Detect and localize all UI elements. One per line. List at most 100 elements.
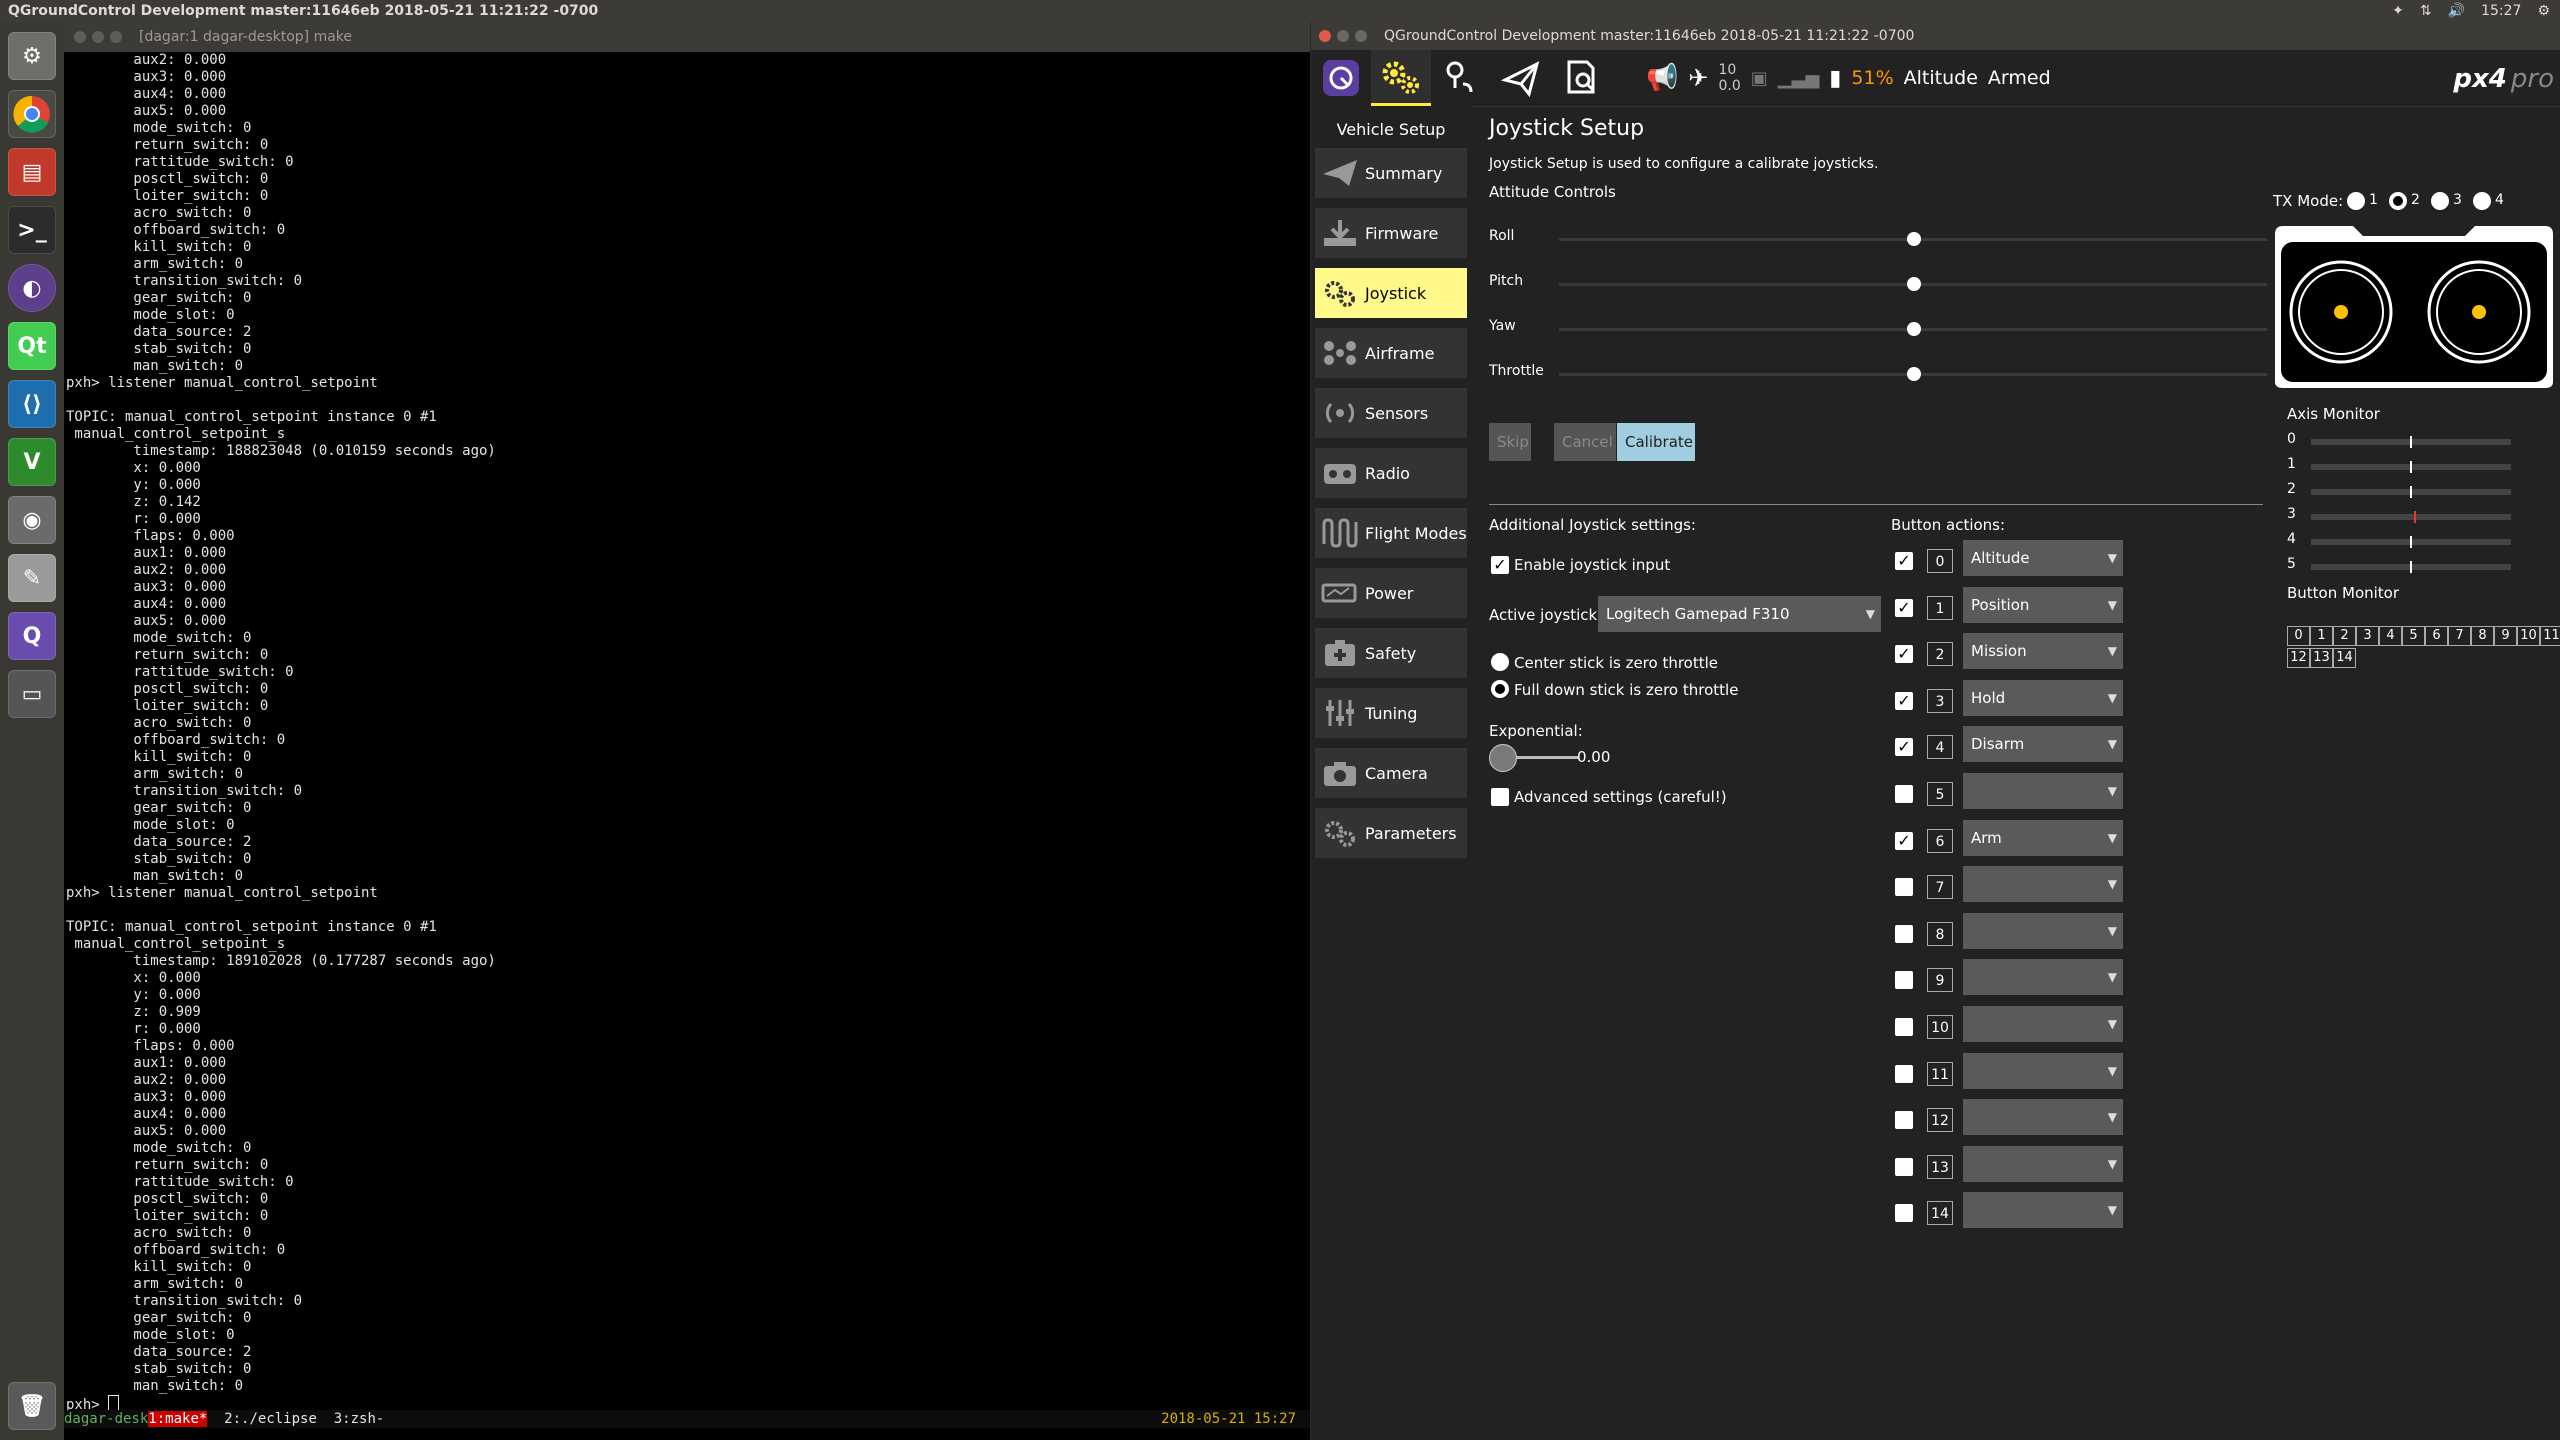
maximize-icon[interactable] bbox=[1355, 30, 1367, 42]
trash-icon[interactable]: 🗑 bbox=[8, 1382, 56, 1430]
eclipse-icon[interactable]: ◐ bbox=[8, 264, 56, 312]
tx-mode-radio-4[interactable] bbox=[2473, 192, 2491, 210]
clock[interactable]: 15:27 bbox=[2481, 0, 2521, 22]
sidebar-item-flight-modes[interactable]: Flight Modes bbox=[1315, 508, 1467, 558]
terminal-icon[interactable]: >_ bbox=[8, 206, 56, 254]
button-action-checkbox[interactable]: ✓ bbox=[1895, 738, 1913, 757]
sidebar-item-camera[interactable]: Camera bbox=[1315, 748, 1467, 798]
terminal-line: stab_switch: 0 bbox=[66, 851, 252, 867]
active-joystick-select[interactable]: Logitech Gamepad F310 ▼ bbox=[1598, 596, 1881, 632]
button-action-select[interactable]: ▼ bbox=[1963, 866, 2123, 903]
button-action-select[interactable]: Disarm ▼ bbox=[1963, 726, 2123, 763]
close-icon[interactable] bbox=[1319, 30, 1331, 42]
button-action-checkbox[interactable] bbox=[1895, 785, 1913, 803]
button-action-select[interactable]: ▼ bbox=[1963, 1192, 2123, 1229]
button-action-select[interactable]: Hold ▼ bbox=[1963, 679, 2123, 716]
sidebar-item-sensors[interactable]: Sensors bbox=[1315, 388, 1467, 438]
minimize-icon[interactable] bbox=[1337, 30, 1349, 42]
enable-joystick-checkbox[interactable]: ✓ bbox=[1491, 556, 1509, 574]
full-down-stick-radio[interactable] bbox=[1491, 680, 1509, 698]
sidebar-item-tuning[interactable]: Tuning bbox=[1315, 688, 1467, 738]
button-action-checkbox[interactable] bbox=[1895, 1204, 1913, 1223]
terminal-window[interactable]: [dagar:1 dagar-desktop] make aux2: 0.000… bbox=[64, 22, 1310, 1440]
button-action-checkbox[interactable] bbox=[1895, 971, 1913, 990]
qgroundcontrol-icon[interactable]: Q bbox=[8, 612, 56, 660]
tx-mode-radio-2[interactable] bbox=[2389, 192, 2407, 210]
sidebar-item-radio[interactable]: Radio bbox=[1315, 448, 1467, 498]
tmux-window-2[interactable]: 2:./eclipse bbox=[224, 1411, 317, 1427]
terminal-output[interactable]: aux2: 0.000 aux3: 0.000 aux4: 0.000 aux5… bbox=[66, 52, 1306, 1437]
battery-percent[interactable]: 51% bbox=[1851, 67, 1893, 89]
button-action-checkbox[interactable] bbox=[1895, 1157, 1913, 1176]
button-action-select[interactable]: ▼ bbox=[1963, 1099, 2123, 1136]
battery-icon[interactable]: ▮ bbox=[1829, 66, 1841, 91]
qgc-logo-button[interactable] bbox=[1311, 50, 1371, 106]
tx-mode-radio-3[interactable] bbox=[2431, 192, 2449, 210]
center-stick-radio[interactable] bbox=[1491, 653, 1509, 671]
button-action-checkbox[interactable] bbox=[1895, 924, 1913, 943]
vim-icon[interactable]: V bbox=[8, 438, 56, 486]
gps-icon[interactable]: ✈ bbox=[1688, 64, 1708, 92]
button-action-select[interactable]: ▼ bbox=[1963, 912, 2123, 949]
plan-view-button[interactable] bbox=[1431, 50, 1491, 106]
tx-mode-radio-1[interactable] bbox=[2347, 192, 2365, 210]
button-action-checkbox[interactable]: ✓ bbox=[1895, 552, 1913, 570]
button-action-select[interactable]: Arm ▼ bbox=[1963, 819, 2123, 856]
volume-icon[interactable]: 🔊 bbox=[2448, 0, 2465, 22]
chrome-icon[interactable] bbox=[8, 90, 56, 138]
sidebar-item-safety[interactable]: Safety bbox=[1315, 628, 1467, 678]
button-action-checkbox[interactable]: ✓ bbox=[1895, 645, 1913, 664]
dropbox-icon[interactable]: ✦ bbox=[2392, 0, 2404, 22]
tmux-window-3[interactable]: 3:zsh- bbox=[334, 1411, 385, 1427]
button-action-select[interactable]: ▼ bbox=[1963, 1006, 2123, 1042]
flight-mode[interactable]: Altitude bbox=[1904, 67, 1978, 89]
vscode-icon[interactable]: ⟨⟩ bbox=[8, 380, 56, 428]
network-icon[interactable]: ⇅ bbox=[2420, 0, 2432, 22]
qt-creator-icon[interactable]: Qt bbox=[8, 322, 56, 370]
sidebar-item-airframe[interactable]: Airframe bbox=[1315, 328, 1467, 378]
minimize-icon[interactable] bbox=[92, 31, 104, 43]
fly-view-button[interactable] bbox=[1491, 50, 1551, 106]
tmux-window-current[interactable]: 1:make* bbox=[148, 1411, 208, 1427]
button-action-select[interactable]: ▼ bbox=[1963, 773, 2123, 809]
sidebar-item-firmware[interactable]: Firmware bbox=[1315, 208, 1467, 258]
button-action-checkbox[interactable]: ✓ bbox=[1895, 691, 1913, 710]
rc-icon[interactable]: ▣ bbox=[1751, 68, 1768, 89]
power-icon[interactable]: ⚙ bbox=[2537, 0, 2550, 22]
button-action-checkbox[interactable] bbox=[1895, 878, 1913, 897]
vehicle-setup-button[interactable] bbox=[1371, 50, 1431, 106]
button-action-checkbox[interactable] bbox=[1895, 1018, 1913, 1036]
system-settings-icon[interactable]: ⚙ bbox=[8, 32, 56, 80]
signal-icon[interactable]: ▁▃▅ bbox=[1778, 68, 1820, 89]
sidebar-item-parameters[interactable]: Parameters bbox=[1315, 808, 1467, 858]
exponential-slider-knob[interactable] bbox=[1489, 744, 1517, 772]
sidebar-item-joystick[interactable]: Joystick bbox=[1315, 268, 1467, 318]
sidebar-item-summary[interactable]: Summary bbox=[1315, 148, 1467, 198]
skip-button[interactable]: Skip bbox=[1489, 423, 1531, 461]
cancel-button[interactable]: Cancel bbox=[1554, 423, 1616, 461]
button-action-select[interactable]: ▼ bbox=[1963, 1052, 2123, 1089]
button-action-select[interactable]: Altitude ▼ bbox=[1963, 540, 2123, 576]
button-action-select[interactable]: ▼ bbox=[1963, 1145, 2123, 1182]
close-icon[interactable] bbox=[74, 31, 86, 43]
arm-state[interactable]: Armed bbox=[1988, 67, 2051, 89]
maximize-icon[interactable] bbox=[110, 31, 122, 43]
sidebar-item-power[interactable]: Power bbox=[1315, 568, 1467, 618]
megaphone-icon[interactable]: 📢 bbox=[1646, 63, 1678, 93]
button-action-checkbox[interactable] bbox=[1895, 1064, 1913, 1083]
terminal-line: manual_control_setpoint_s bbox=[66, 426, 286, 442]
advanced-settings-checkbox[interactable] bbox=[1491, 788, 1509, 806]
button-action-checkbox[interactable] bbox=[1895, 1111, 1913, 1130]
camera-icon[interactable]: ◉ bbox=[8, 496, 56, 544]
button-action-select[interactable]: ▼ bbox=[1963, 959, 2123, 996]
button-action-checkbox[interactable]: ✓ bbox=[1895, 598, 1913, 617]
files-icon[interactable]: ▤ bbox=[8, 148, 56, 196]
tx-mode-label-4: 4 bbox=[2495, 192, 2504, 208]
button-action-select[interactable]: Mission ▼ bbox=[1963, 633, 2123, 670]
text-editor-icon[interactable]: ✎ bbox=[8, 554, 56, 602]
calibrate-button[interactable]: Calibrate bbox=[1617, 423, 1695, 461]
button-action-select[interactable]: Position ▼ bbox=[1963, 586, 2123, 623]
analyze-view-button[interactable] bbox=[1551, 50, 1611, 106]
button-action-checkbox[interactable]: ✓ bbox=[1895, 831, 1913, 850]
window-icon[interactable]: ▭ bbox=[8, 670, 56, 718]
